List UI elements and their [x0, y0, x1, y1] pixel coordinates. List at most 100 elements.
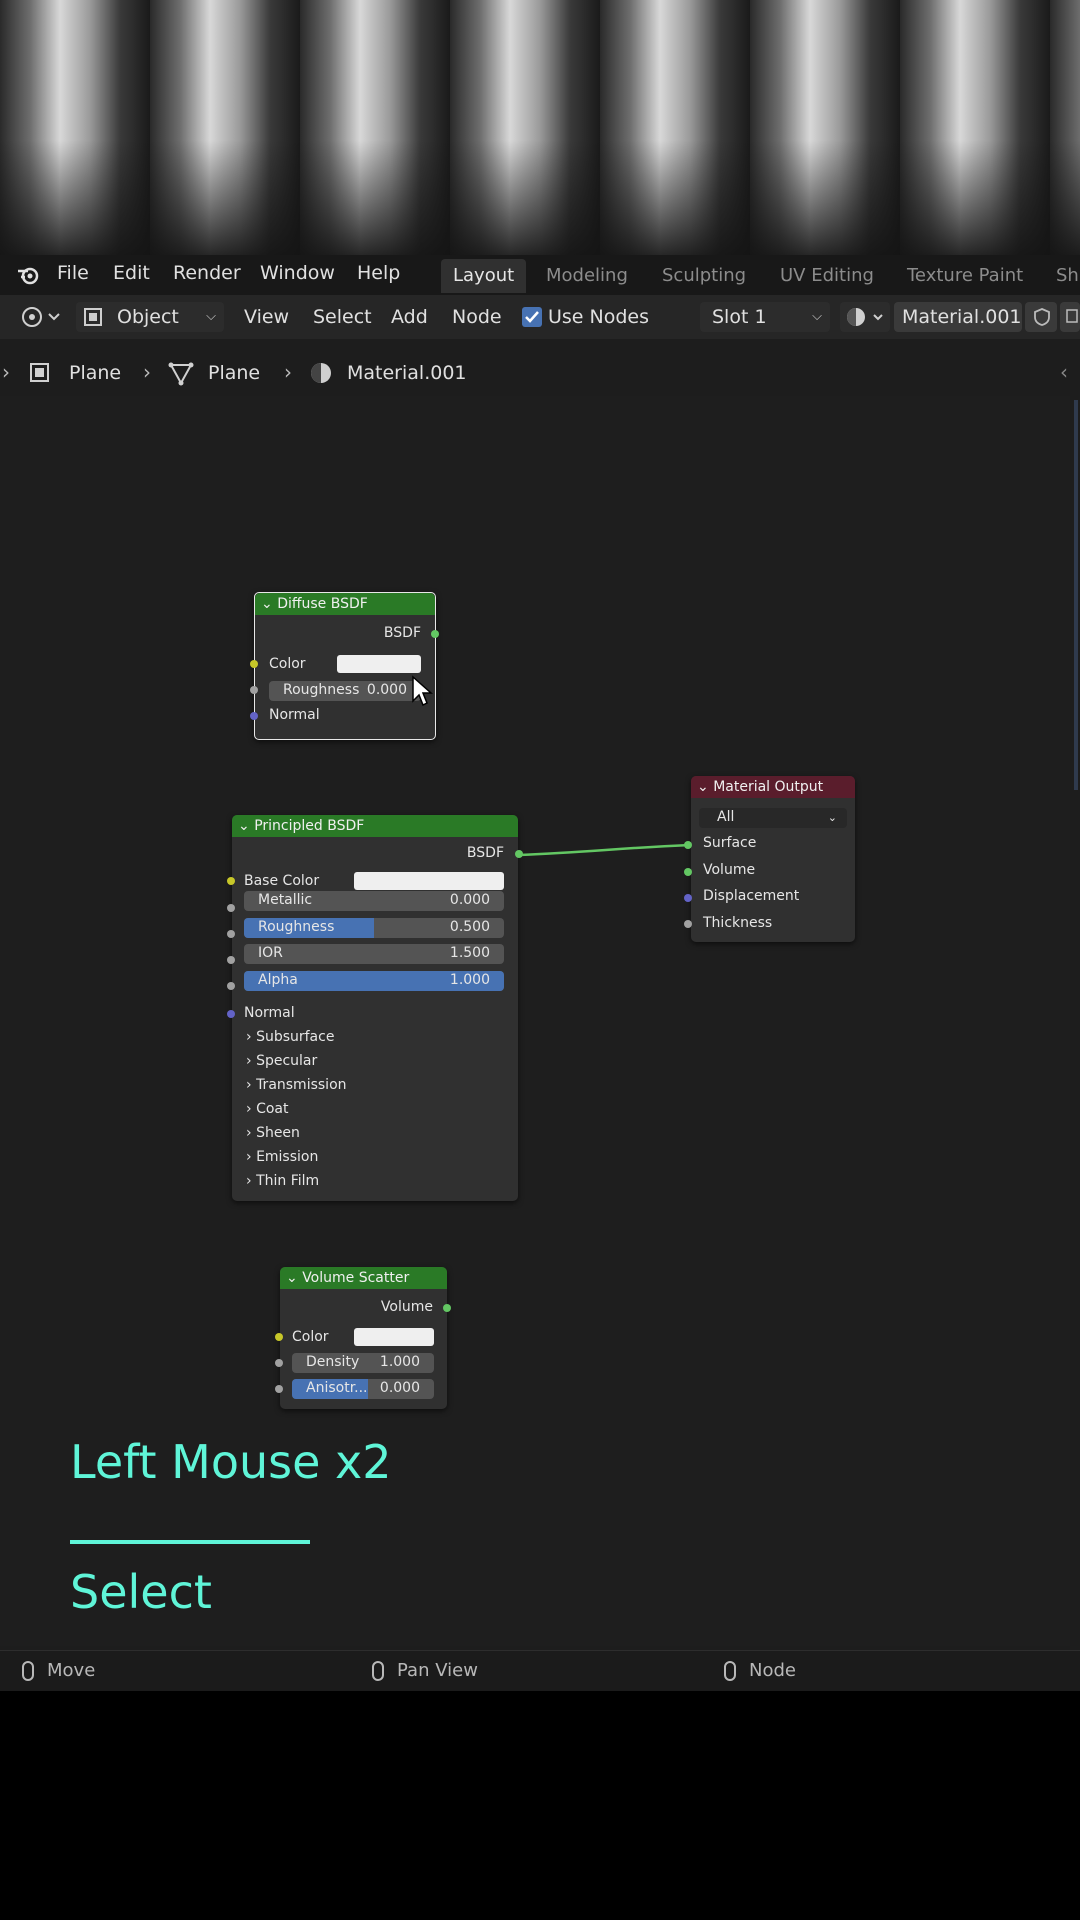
anisotropy-input-socket[interactable] — [275, 1385, 283, 1393]
node-header[interactable]: ⌄ Diffuse BSDF — [255, 593, 435, 615]
normal-input-socket[interactable] — [227, 1010, 235, 1018]
field-label: Roughness — [258, 918, 335, 935]
principled-bsdf-node[interactable]: ⌄ Principled BSDF BSDF Base Color Metall… — [232, 815, 518, 1201]
status-bar — [0, 1650, 1080, 1691]
roughness-input-socket[interactable] — [250, 686, 258, 694]
anisotropy-field[interactable]: Anisotr... 0.000 — [292, 1379, 434, 1399]
keystroke-overlay-action: Select — [70, 1565, 212, 1619]
input-label-surface: Surface — [703, 835, 757, 851]
panel-label: Subsurface — [256, 1029, 335, 1045]
chevron-down-icon[interactable]: ⌄ — [286, 1270, 298, 1286]
material-output-node[interactable]: ⌄ Material Output All ⌄ Surface Volume Dis… — [691, 776, 855, 942]
field-roughness[interactable]: Roughness 0.500 — [244, 917, 504, 938]
field-label: Metallic — [258, 892, 313, 908]
panel-label: Specular — [256, 1053, 318, 1069]
chevron-right-icon: › — [246, 1029, 257, 1045]
chevron-down-icon: ⌄ — [827, 811, 837, 824]
panel-label: Thin Film — [256, 1173, 320, 1189]
panel-specular[interactable]: › Specular — [246, 1053, 317, 1069]
chevron-right-icon: › — [246, 1053, 257, 1069]
panel-emission[interactable]: › Emission — [246, 1149, 318, 1165]
node-header[interactable]: ⌄ Principled BSDF — [232, 815, 518, 837]
color-input-socket[interactable] — [250, 660, 258, 668]
mouse-cursor-icon — [412, 675, 433, 707]
volume-scatter-node[interactable]: ⌄ Volume Scatter Volume Color Density 1.… — [280, 1267, 447, 1409]
color-swatch[interactable] — [354, 1328, 434, 1346]
output-label: BSDF — [383, 625, 421, 641]
field-alpha[interactable]: Alpha 1.000 — [244, 970, 504, 991]
mouse-middle-icon — [372, 1661, 384, 1681]
node-title: Principled BSDF — [254, 818, 365, 834]
roughness-input-socket[interactable] — [227, 930, 235, 938]
output-label: BSDF — [466, 845, 504, 861]
ior-input-socket[interactable] — [227, 956, 235, 964]
panel-label: Emission — [256, 1149, 319, 1165]
field-value: 0.500 — [449, 918, 490, 935]
panel-coat[interactable]: › Coat — [246, 1101, 288, 1117]
volume-input-socket[interactable] — [684, 868, 692, 876]
node-header[interactable]: ⌄ Volume Scatter — [280, 1267, 447, 1289]
target-dropdown[interactable]: All ⌄ — [699, 808, 847, 828]
field-value: 1.500 — [449, 945, 490, 961]
density-field[interactable]: Density 1.000 — [292, 1353, 434, 1373]
field-metallic[interactable]: Metallic 0.000 — [244, 891, 504, 911]
field-ior[interactable]: IOR 1.500 — [244, 944, 504, 964]
chevron-right-icon: › — [246, 1149, 257, 1165]
base-color-label: Base Color — [244, 873, 320, 889]
field-value: 1.000 — [449, 971, 490, 988]
keystroke-overlay-key: Left Mouse x2 — [70, 1435, 392, 1489]
target-label: All — [717, 809, 735, 825]
color-input-socket[interactable] — [275, 1333, 283, 1341]
panel-thin-film[interactable]: › Thin Film — [246, 1173, 319, 1189]
input-label-displacement: Displacement — [703, 888, 800, 904]
node-header[interactable]: ⌄ Material Output — [691, 776, 855, 798]
surface-input-socket[interactable] — [684, 841, 692, 849]
field-label: IOR — [258, 945, 283, 961]
panel-transmission[interactable]: › Transmission — [246, 1077, 347, 1093]
color-label: Color — [292, 1329, 329, 1345]
panel-sheen[interactable]: › Sheen — [246, 1125, 300, 1141]
chevron-down-icon[interactable]: ⌄ — [238, 818, 250, 834]
status-node: Node — [749, 1660, 796, 1681]
chevron-down-icon[interactable]: ⌄ — [697, 779, 709, 795]
alpha-input-socket[interactable] — [227, 982, 235, 990]
panel-label: Sheen — [256, 1125, 300, 1141]
node-title: Diffuse BSDF — [277, 596, 368, 612]
mouse-left-icon — [22, 1661, 34, 1681]
displacement-input-socket[interactable] — [684, 894, 692, 902]
base-color-input-socket[interactable] — [227, 877, 235, 885]
density-input-socket[interactable] — [275, 1359, 283, 1367]
overlay-divider — [70, 1540, 310, 1544]
panel-subsurface[interactable]: › Subsurface — [246, 1029, 334, 1045]
field-value: 0.000 — [366, 682, 407, 698]
chevron-right-icon: › — [246, 1173, 257, 1189]
field-label: Density — [306, 1354, 360, 1370]
color-swatch[interactable] — [337, 655, 421, 673]
normal-label: Normal — [244, 1005, 295, 1021]
roughness-field[interactable]: Roughness 0.000 — [269, 681, 421, 701]
metallic-input-socket[interactable] — [227, 904, 235, 912]
output-label: Volume — [380, 1299, 433, 1315]
chevron-down-icon[interactable]: ⌄ — [261, 596, 273, 612]
status-move: Move — [47, 1660, 96, 1681]
normal-input-socket[interactable] — [250, 712, 258, 720]
diffuse-bsdf-node[interactable]: ⌄ Diffuse BSDF BSDF Color Roughness 0.00… — [254, 592, 436, 740]
bsdf-output-socket[interactable] — [431, 630, 439, 638]
node-title: Volume Scatter — [302, 1270, 410, 1286]
volume-output-socket[interactable] — [443, 1304, 451, 1312]
input-label-volume: Volume — [703, 861, 756, 878]
base-color-swatch[interactable] — [354, 872, 504, 890]
field-value: 1.000 — [379, 1354, 420, 1370]
chevron-right-icon: › — [246, 1101, 257, 1117]
field-label: Anisotr... — [306, 1380, 368, 1396]
status-pan-view: Pan View — [397, 1660, 478, 1681]
bsdf-output-socket[interactable] — [515, 850, 523, 858]
node-title: Material Output — [713, 779, 824, 795]
panel-label: Transmission — [256, 1077, 347, 1093]
mouse-right-icon — [724, 1661, 736, 1681]
thickness-input-socket[interactable] — [684, 920, 692, 928]
panel-label: Coat — [256, 1101, 289, 1117]
color-label: Color — [269, 656, 306, 672]
field-value: 0.000 — [449, 892, 490, 908]
field-label: Alpha — [258, 971, 298, 988]
